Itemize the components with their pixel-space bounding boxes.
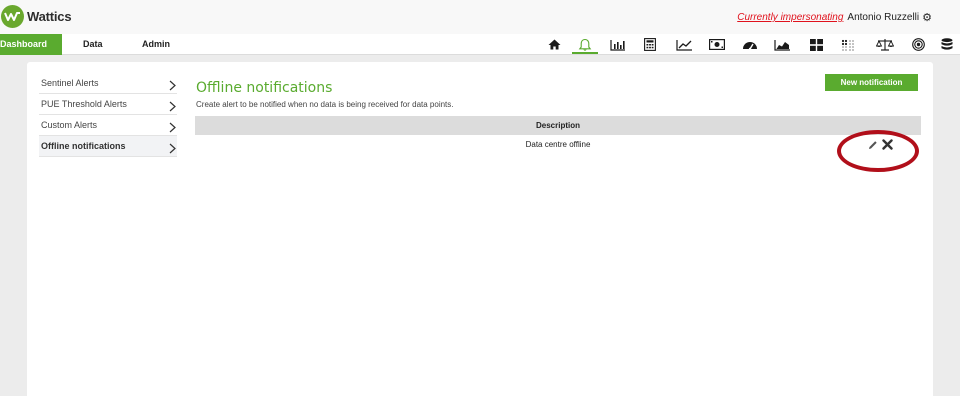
page-subtitle: Create alert to be notified when no data… bbox=[196, 100, 454, 109]
tab-dashboard-label: Dashboard bbox=[0, 39, 48, 49]
wattics-logo-icon bbox=[1, 5, 24, 28]
new-notification-button[interactable]: New notification bbox=[825, 74, 918, 91]
target-icon[interactable] bbox=[903, 34, 933, 55]
home-icon[interactable] bbox=[539, 34, 569, 55]
top-bar: Wattics Currently impersonating Antonio … bbox=[0, 0, 960, 34]
sidebar-item-custom-alerts[interactable]: Custom Alerts bbox=[39, 115, 177, 136]
tab-dashboard[interactable]: Dashboard bbox=[0, 34, 62, 55]
impersonation-status: Currently impersonating Antonio Ruzzelli… bbox=[737, 11, 932, 24]
sidebar-item-pue-threshold-alerts[interactable]: PUE Threshold Alerts bbox=[39, 94, 177, 115]
money-icon[interactable] bbox=[702, 34, 732, 55]
alerts-sidebar: Sentinel Alerts PUE Threshold Alerts Cus… bbox=[39, 73, 177, 157]
sidebar-item-label: PUE Threshold Alerts bbox=[41, 99, 127, 109]
content-panel: Sentinel Alerts PUE Threshold Alerts Cus… bbox=[27, 62, 933, 396]
tab-data-label: Data bbox=[83, 39, 103, 49]
sidebar-item-label: Custom Alerts bbox=[41, 120, 98, 130]
calculator-icon[interactable] bbox=[635, 34, 665, 55]
sidebar-item-label: Sentinel Alerts bbox=[41, 78, 99, 88]
user-name: Antonio Ruzzelli bbox=[847, 12, 920, 23]
brand-logo[interactable]: Wattics bbox=[1, 5, 72, 28]
table-header-description: Description bbox=[195, 116, 921, 135]
table-row: Data centre offline bbox=[195, 135, 921, 155]
page-title: Offline notifications bbox=[196, 80, 333, 96]
grid-icon[interactable] bbox=[801, 34, 831, 55]
impersonating-link[interactable]: Currently impersonating bbox=[737, 12, 843, 23]
tab-data[interactable]: Data bbox=[83, 34, 103, 55]
notifications-table: Description Data centre offline bbox=[195, 116, 921, 155]
dots-grid-icon[interactable] bbox=[833, 34, 863, 55]
bar-chart-icon[interactable] bbox=[603, 34, 633, 55]
notification-description: Data centre offline bbox=[525, 140, 591, 149]
area-chart-icon[interactable] bbox=[767, 34, 797, 55]
gauge-icon[interactable] bbox=[735, 34, 765, 55]
highlight-annotation-ring bbox=[837, 130, 919, 172]
brand-name: Wattics bbox=[27, 9, 72, 24]
sidebar-item-label: Offline notifications bbox=[41, 141, 126, 151]
tab-admin-label: Admin bbox=[142, 39, 170, 49]
balance-scale-icon[interactable] bbox=[870, 34, 900, 55]
tab-admin[interactable]: Admin bbox=[142, 34, 170, 55]
sidebar-item-sentinel-alerts[interactable]: Sentinel Alerts bbox=[39, 73, 177, 94]
chevron-right-icon bbox=[169, 141, 176, 162]
line-chart-icon[interactable] bbox=[669, 34, 699, 55]
database-icon[interactable] bbox=[932, 34, 960, 55]
sidebar-item-offline-notifications[interactable]: Offline notifications bbox=[39, 136, 177, 157]
bell-icon[interactable] bbox=[570, 34, 600, 55]
main-nav: Dashboard Data Admin bbox=[0, 34, 960, 55]
cogs-icon[interactable]: ⚙ bbox=[922, 11, 932, 24]
